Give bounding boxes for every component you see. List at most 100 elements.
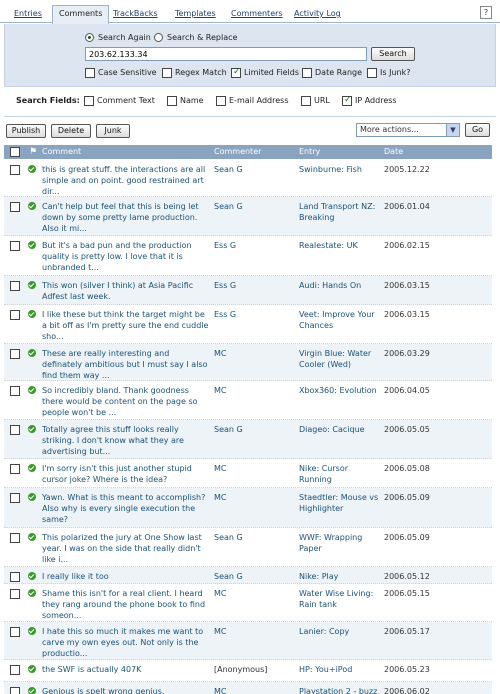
comment-link[interactable]: So incredibly bland. Thank goodness ther… <box>42 385 210 418</box>
table-row[interactable]: I like these but think the target might … <box>4 305 492 344</box>
comment-link[interactable]: I really like it too <box>42 571 210 582</box>
search-again-radio[interactable] <box>85 33 94 42</box>
table-row[interactable]: the SWF is actually 407K [Anonymous] HP: Y… <box>4 660 492 682</box>
commenter-link[interactable]: MC <box>214 348 296 359</box>
comment-text-checkbox[interactable] <box>84 96 94 106</box>
tab-entries[interactable]: Entries <box>8 6 48 23</box>
help-button[interactable]: ? <box>480 6 492 19</box>
header-entry[interactable]: Entry <box>299 147 320 156</box>
search-replace-radio[interactable] <box>154 33 163 42</box>
row-checkbox[interactable] <box>10 687 20 694</box>
comment-link[interactable]: the SWF is actually 407K <box>42 664 210 675</box>
row-checkbox[interactable] <box>10 572 20 582</box>
entry-link[interactable]: Lanier: Copy <box>299 626 381 637</box>
table-row[interactable]: These are really interesting and definat… <box>4 344 492 381</box>
table-row[interactable]: Yawn. What is this meant to accomplish? … <box>4 488 492 528</box>
ip-address-checkbox[interactable] <box>342 95 352 106</box>
table-row[interactable]: Shame this isn't for a real client. I he… <box>4 584 492 622</box>
table-row[interactable]: But it's a bad pun and the production qu… <box>4 236 492 276</box>
row-checkbox[interactable] <box>10 627 20 637</box>
comment-link[interactable]: Shame this isn't for a real client. I he… <box>42 588 210 621</box>
row-checkbox[interactable] <box>10 533 20 543</box>
entry-link[interactable]: Realestate: UK <box>299 240 381 251</box>
tab-commenters[interactable]: Commenters <box>225 6 289 23</box>
commenter-link[interactable]: MC <box>214 492 296 503</box>
entry-link[interactable]: Xbox360: Evolution <box>299 385 381 396</box>
tab-trackbacks[interactable]: TrackBacks <box>107 6 164 23</box>
table-row[interactable]: This won (silver I think) at Asia Pacifi… <box>4 276 492 305</box>
table-row[interactable]: So incredibly bland. Thank goodness ther… <box>4 381 492 420</box>
entry-link[interactable]: Diageo: Cacique <box>299 424 381 435</box>
commenter-link[interactable]: Ess G <box>214 309 296 320</box>
entry-link[interactable]: Swinburne: Fish <box>299 164 381 175</box>
entry-link[interactable]: Audi: Hands On <box>299 280 381 291</box>
tab-activity-log[interactable]: Activity Log <box>288 6 347 23</box>
comment-link[interactable]: I like these but think the target might … <box>42 309 210 342</box>
comment-link[interactable]: this is great stuff. the interactions ar… <box>42 164 210 197</box>
header-commenter[interactable]: Commenter <box>214 147 261 156</box>
url-checkbox[interactable] <box>301 96 311 106</box>
publish-button[interactable]: Publish <box>6 124 46 138</box>
entry-link[interactable]: Land Transport NZ: Breaking <box>299 201 381 223</box>
tab-templates[interactable]: Templates <box>169 6 222 23</box>
comment-link[interactable]: Genious is spelt wrong genius. <box>42 686 210 694</box>
table-row[interactable]: I really like it too Sean G Nike: Play 2006… <box>4 567 492 584</box>
table-row[interactable]: This polarized the jury at One Show last… <box>4 528 492 567</box>
comment-link[interactable]: Totally agree this stuff looks really st… <box>42 424 210 457</box>
search-input[interactable] <box>85 47 367 61</box>
commenter-link[interactable]: MC <box>214 385 296 396</box>
row-checkbox[interactable] <box>10 165 20 175</box>
comment-link[interactable]: Yawn. What is this meant to accomplish? … <box>42 492 210 525</box>
commenter-link[interactable]: MC <box>214 626 296 637</box>
junk-button[interactable]: Junk <box>96 124 130 138</box>
table-row[interactable]: Totally agree this stuff looks really st… <box>4 420 492 459</box>
entry-link[interactable]: Staedtler: Mouse vs Highlighter <box>299 492 381 514</box>
select-all-checkbox[interactable] <box>10 147 20 157</box>
search-button[interactable]: Search <box>371 47 415 61</box>
table-row[interactable]: this is great stuff. the interactions ar… <box>4 160 492 197</box>
comment-link[interactable]: This won (silver I think) at Asia Pacifi… <box>42 280 210 302</box>
entry-link[interactable]: Water Wise Living: Rain tank <box>299 588 381 610</box>
commenter-link[interactable]: MC <box>214 588 296 599</box>
regex-match-checkbox[interactable] <box>162 68 172 78</box>
commenter-link[interactable]: Ess G <box>214 280 296 291</box>
row-checkbox[interactable] <box>10 493 20 503</box>
date-range-checkbox[interactable] <box>302 68 312 78</box>
commenter-link[interactable]: Sean G <box>214 164 296 175</box>
row-checkbox[interactable] <box>10 349 20 359</box>
entry-link[interactable]: WWF: Wrapping Paper <box>299 532 381 554</box>
comment-link[interactable]: But it's a bad pun and the production qu… <box>42 240 210 273</box>
table-row[interactable]: Can't help but feel that this is being l… <box>4 197 492 236</box>
commenter-link[interactable]: Sean G <box>214 532 296 543</box>
limited-fields-checkbox[interactable] <box>231 67 241 78</box>
table-row[interactable]: I hate this so much it makes me want to … <box>4 622 492 660</box>
comment-link[interactable]: These are really interesting and definat… <box>42 348 210 381</box>
tab-comments[interactable]: Comments <box>52 5 110 24</box>
entry-link[interactable]: Nike: Cursor Running <box>299 463 381 485</box>
commenter-link[interactable]: Sean G <box>214 424 296 435</box>
commenter-link[interactable]: Ess G <box>214 240 296 251</box>
email-checkbox[interactable] <box>216 96 226 106</box>
row-checkbox[interactable] <box>10 464 20 474</box>
row-checkbox[interactable] <box>10 202 20 212</box>
commenter-link[interactable]: [Anonymous] <box>214 664 296 675</box>
is-junk-checkbox[interactable] <box>367 68 377 78</box>
row-checkbox[interactable] <box>10 589 20 599</box>
row-checkbox[interactable] <box>10 310 20 320</box>
row-checkbox[interactable] <box>10 425 20 435</box>
name-checkbox[interactable] <box>167 96 177 106</box>
comment-link[interactable]: This polarized the jury at One Show last… <box>42 532 210 565</box>
table-row[interactable]: I'm sorry isn't this just another stupid… <box>4 459 492 488</box>
header-comment[interactable]: Comment <box>42 147 81 156</box>
entry-link[interactable]: Nike: Play <box>299 571 381 582</box>
comment-link[interactable]: I'm sorry isn't this just another stupid… <box>42 463 210 485</box>
entry-link[interactable]: Playstation 2 - buzz <box>299 686 381 694</box>
entry-link[interactable]: Virgin Blue: Water Cooler (Wed) <box>299 348 381 370</box>
go-button[interactable]: Go <box>465 123 490 137</box>
chevron-down-icon[interactable]: ▼ <box>446 124 459 136</box>
table-row[interactable]: Genious is spelt wrong genius. MC Playstat… <box>4 682 492 694</box>
more-actions-select[interactable]: More actions... ▼ <box>356 123 460 137</box>
row-checkbox[interactable] <box>10 281 20 291</box>
commenter-link[interactable]: Sean G <box>214 201 296 212</box>
header-date[interactable]: Date <box>384 147 403 156</box>
